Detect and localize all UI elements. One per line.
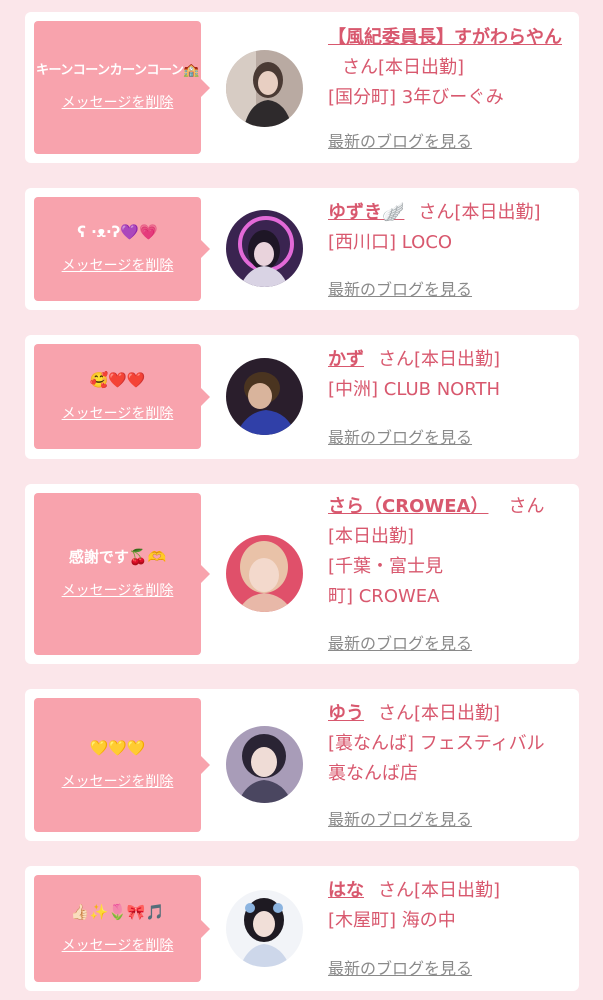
message-bubble: 💛💛💛 メッセージを削除	[34, 698, 210, 832]
status-badge: [本日出勤]	[414, 349, 501, 370]
entry-info: ゆう さん[本日出勤] [裏なんば] フェスティバル 裏なんば店	[328, 699, 573, 789]
status-badge: [本日出勤]	[378, 57, 465, 78]
cast-name-link[interactable]: 【風紀委員長】すがわらやん	[328, 27, 562, 48]
avatar[interactable]	[226, 358, 303, 435]
latest-blog-link[interactable]: 最新のブログを見る	[328, 128, 472, 152]
avatar[interactable]	[226, 50, 303, 127]
avatar[interactable]	[226, 726, 303, 803]
cast-name-link[interactable]: ゆう	[328, 703, 364, 724]
honorific: さん	[378, 703, 414, 724]
message-bubble: 🥰❤️❤️ メッセージを削除	[34, 344, 210, 449]
entry-info: はな さん[本日出勤] [木屋町] 海の中	[328, 876, 573, 936]
delete-message-link[interactable]: メッセージを削除	[62, 403, 174, 423]
shop-location-line2: 町] CROWEA	[328, 586, 440, 607]
latest-blog-link[interactable]: 最新のブログを見る	[328, 276, 472, 300]
latest-blog-link[interactable]: 最新のブログを見る	[328, 806, 472, 830]
entry-info: ゆずき🪽 さん[本日出勤] [西川口] LOCO	[328, 198, 573, 258]
status-badge: [本日出勤]	[414, 703, 501, 724]
entry-card: 🥰❤️❤️ メッセージを削除 かず さん[本日出勤] [中洲] CLUB NORT…	[25, 335, 579, 459]
message-text: 感謝です🍒🫶	[68, 548, 167, 566]
delete-message-link[interactable]: メッセージを削除	[62, 935, 174, 955]
message-text: 🥰❤️❤️	[89, 370, 146, 389]
shop-location-line1: [裏なんば] フェスティバル	[328, 733, 545, 754]
honorific: さん	[378, 880, 414, 901]
status-badge: [本日出勤]	[328, 526, 415, 547]
avatar[interactable]	[226, 890, 303, 967]
entry-card: 👍🏻✨🌷🎀🎵 メッセージを削除 はな さん[本日出勤] [木屋町] 海の中 最新の…	[25, 866, 579, 991]
message-text: 💛💛💛	[89, 739, 146, 757]
message-text: キーンコーンカーンコーン🏫	[35, 62, 200, 78]
cast-name-link[interactable]: さら（CROWEA）	[328, 496, 488, 517]
message-bubble: 👍🏻✨🌷🎀🎵 メッセージを削除	[34, 875, 210, 982]
honorific: さん	[418, 202, 455, 223]
message-text: ʕ ·ᴥ·ʔ💜💗	[77, 223, 158, 241]
delete-message-link[interactable]: メッセージを削除	[62, 771, 174, 791]
entry-card: 感謝です🍒🫶 メッセージを削除 さら（CROWEA） さん [本日出勤] [千葉・…	[25, 484, 579, 664]
shop-location-line1: [千葉・富士見	[328, 556, 444, 577]
shop-location: [国分町] 3年びーぐみ	[328, 87, 504, 108]
cast-name-link[interactable]: かず	[328, 349, 364, 370]
latest-blog-link[interactable]: 最新のブログを見る	[328, 630, 472, 654]
message-bubble: キーンコーンカーンコーン🏫 メッセージを削除	[34, 21, 210, 154]
latest-blog-link[interactable]: 最新のブログを見る	[328, 424, 472, 448]
honorific: さん	[378, 349, 414, 370]
avatar[interactable]	[226, 535, 303, 612]
entry-card: 💛💛💛 メッセージを削除 ゆう さん[本日出勤] [裏なんば] フェスティバル 裏…	[25, 689, 579, 841]
status-badge: [本日出勤]	[454, 202, 541, 223]
entry-card: ʕ ·ᴥ·ʔ💜💗 メッセージを削除 ゆずき🪽 さん[本日出勤] [西川口] LOC…	[25, 188, 579, 310]
message-text: 👍🏻✨🌷🎀🎵	[70, 902, 165, 921]
delete-message-link[interactable]: メッセージを削除	[62, 255, 174, 275]
entry-info: かず さん[本日出勤] [中洲] CLUB NORTH	[328, 345, 573, 405]
honorific: さん	[342, 57, 378, 78]
shop-location: [中洲] CLUB NORTH	[328, 379, 501, 400]
delete-message-link[interactable]: メッセージを削除	[62, 580, 174, 600]
latest-blog-link[interactable]: 最新のブログを見る	[328, 955, 472, 979]
shop-location-line2: 裏なんば店	[328, 763, 418, 784]
message-bubble: ʕ ·ᴥ·ʔ💜💗 メッセージを削除	[34, 197, 210, 301]
delete-message-link[interactable]: メッセージを削除	[62, 92, 174, 112]
shop-location: [西川口] LOCO	[328, 232, 453, 253]
entry-info: さら（CROWEA） さん [本日出勤] [千葉・富士見 町] CROWEA	[328, 492, 573, 612]
entry-info: 【風紀委員長】すがわらやんさん[本日出勤] [国分町] 3年びーぐみ	[328, 23, 573, 113]
cast-name-link[interactable]: ゆずき🪽	[328, 202, 404, 223]
shop-location: [木屋町] 海の中	[328, 910, 456, 931]
avatar[interactable]	[226, 210, 303, 287]
honorific: さん	[508, 496, 545, 517]
entry-card: キーンコーンカーンコーン🏫 メッセージを削除 【風紀委員長】すがわらやんさん[本…	[25, 12, 579, 163]
cast-name-link[interactable]: はな	[328, 880, 364, 901]
message-bubble: 感謝です🍒🫶 メッセージを削除	[34, 493, 210, 655]
status-badge: [本日出勤]	[414, 880, 501, 901]
